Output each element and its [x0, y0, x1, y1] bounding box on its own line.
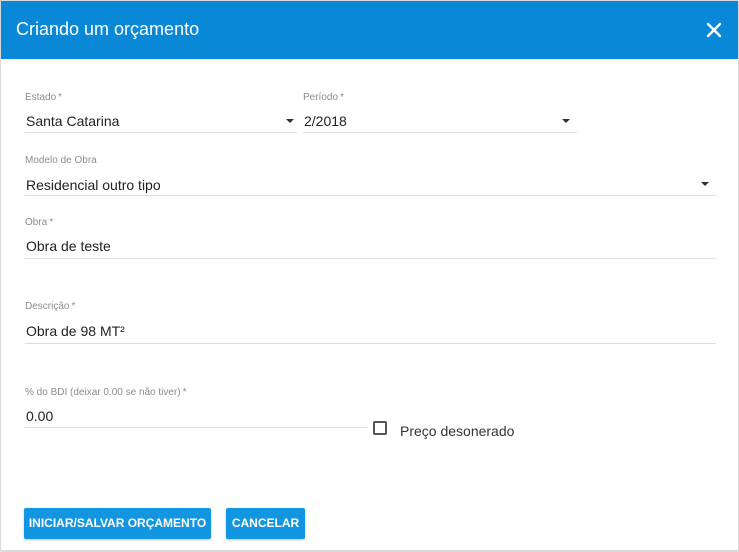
dialog-header: Criando um orçamento — [1, 1, 738, 59]
chevron-down-icon — [562, 119, 570, 123]
preco-desonerado-label[interactable]: Preço desonerado — [400, 422, 514, 440]
descricao-input[interactable]: Descrição * Obra de 98 MT² — [25, 301, 716, 344]
obra-label: Obra * — [25, 217, 54, 228]
save-budget-button[interactable]: INICIAR/SALVAR ORÇAMENTO — [24, 508, 211, 539]
preco-desonerado-checkbox[interactable] — [373, 421, 387, 435]
estado-value: Santa Catarina — [26, 113, 120, 129]
bdi-input[interactable]: % do BDI (deixar 0.00 se não tiver) * 0.0… — [25, 387, 367, 429]
dialog-title: Criando um orçamento — [16, 19, 200, 39]
periodo-underline — [303, 132, 577, 133]
estado-select[interactable]: Estado * Santa Catarina — [25, 92, 297, 134]
descricao-underline — [25, 343, 716, 344]
bdi-value: 0.00 — [26, 408, 54, 424]
create-budget-dialog: Criando um orçamento Estado * Santa Catar… — [0, 0, 739, 551]
modelo-obra-value: Residencial outro tipo — [26, 177, 161, 193]
cancel-button[interactable]: CANCELAR — [226, 508, 305, 539]
periodo-select[interactable]: Período * 2/2018 — [303, 92, 577, 134]
estado-underline — [25, 132, 297, 133]
descricao-label: Descrição * — [25, 301, 76, 312]
periodo-value: 2/2018 — [304, 113, 347, 129]
obra-value: Obra de teste — [26, 238, 111, 254]
bdi-label: % do BDI (deixar 0.00 se não tiver) * — [25, 387, 187, 398]
obra-underline — [25, 258, 716, 259]
obra-input[interactable]: Obra * Obra de teste — [25, 217, 716, 260]
modelo-obra-underline — [25, 195, 716, 196]
chevron-down-icon — [701, 182, 709, 186]
descricao-value: Obra de 98 MT² — [26, 323, 125, 339]
estado-label: Estado * — [25, 92, 63, 103]
periodo-label: Período * — [303, 92, 344, 103]
close-icon[interactable] — [704, 20, 724, 40]
modelo-obra-label: Modelo de Obra — [25, 155, 97, 166]
chevron-down-icon — [286, 119, 294, 123]
modelo-obra-select[interactable]: Modelo de Obra Residencial outro tipo — [25, 155, 716, 197]
bdi-underline — [25, 427, 367, 428]
